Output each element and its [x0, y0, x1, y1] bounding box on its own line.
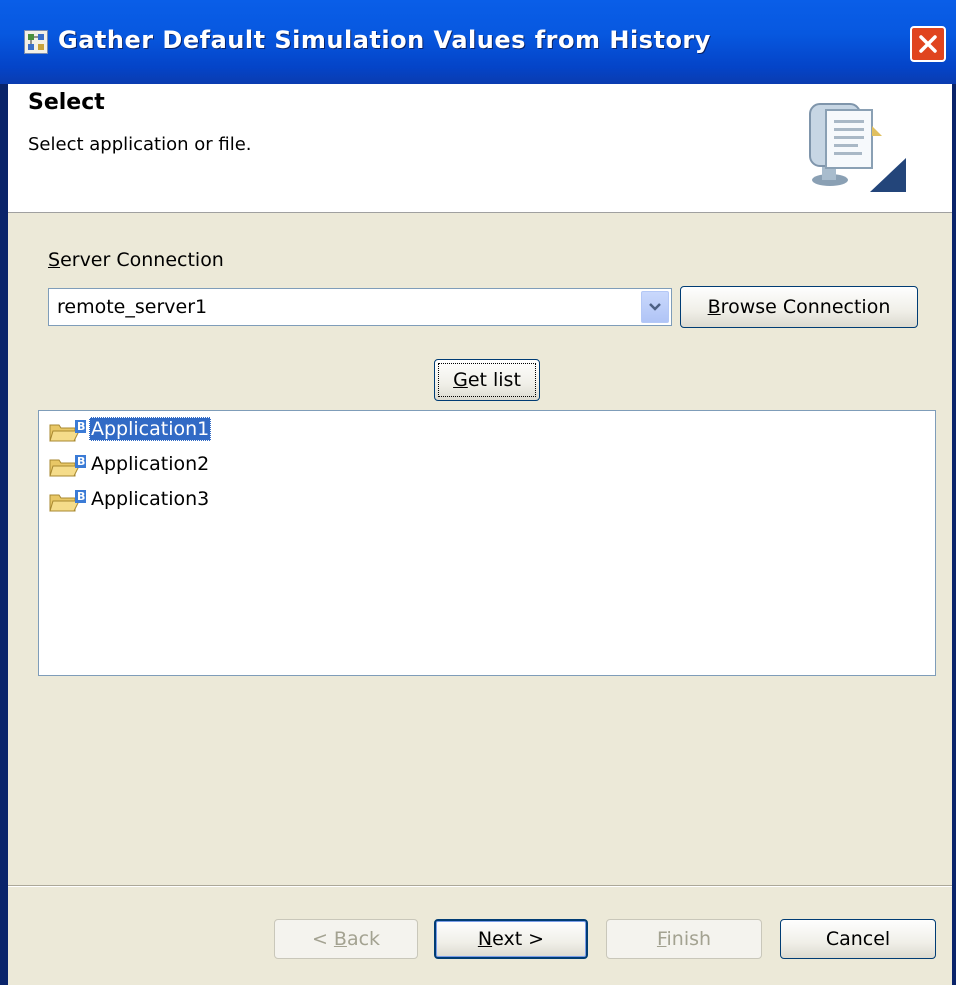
dialog-client-area: Select Select application or file. Serve… — [8, 84, 952, 985]
folder-application-icon: B — [49, 454, 87, 478]
close-icon — [919, 35, 937, 53]
footer-separator — [8, 885, 952, 887]
svg-text:B: B — [77, 455, 85, 468]
list-item-label: Application2 — [91, 453, 210, 475]
application-list[interactable]: B Application1 B Application2 B Applicat… — [38, 410, 936, 676]
dialog-window: Gather Default Simulation Values from Hi… — [0, 0, 956, 985]
window-title: Gather Default Simulation Values from Hi… — [58, 26, 711, 54]
list-item-label: Application3 — [91, 488, 210, 510]
server-connection-combo[interactable]: remote_server1 — [48, 288, 672, 326]
svg-text:B: B — [77, 490, 85, 503]
back-button[interactable]: < Back — [274, 919, 418, 959]
wizard-banner-icon — [796, 96, 906, 196]
list-item-label: Application1 — [89, 417, 212, 441]
close-button[interactable] — [910, 26, 946, 62]
finish-button[interactable]: Finish — [606, 919, 762, 959]
page-title: Select — [28, 90, 105, 115]
wizard-header: Select Select application or file. — [8, 84, 952, 213]
svg-text:B: B — [77, 420, 85, 433]
title-bar[interactable]: Gather Default Simulation Values from Hi… — [0, 0, 956, 84]
get-list-button[interactable]: Get list — [434, 359, 540, 401]
folder-application-icon: B — [49, 489, 87, 513]
page-description: Select application or file. — [28, 134, 252, 155]
browse-connection-button[interactable]: Browse Connection — [680, 286, 918, 328]
wizard-icon — [24, 30, 48, 54]
folder-application-icon: B — [49, 419, 87, 443]
next-button[interactable]: Next > — [434, 919, 588, 959]
chevron-down-icon — [649, 303, 661, 311]
server-connection-label: Server Connection — [48, 249, 224, 271]
combo-dropdown-button[interactable] — [641, 291, 669, 323]
cancel-button[interactable]: Cancel — [780, 919, 936, 959]
server-connection-value: remote_server1 — [57, 296, 208, 318]
